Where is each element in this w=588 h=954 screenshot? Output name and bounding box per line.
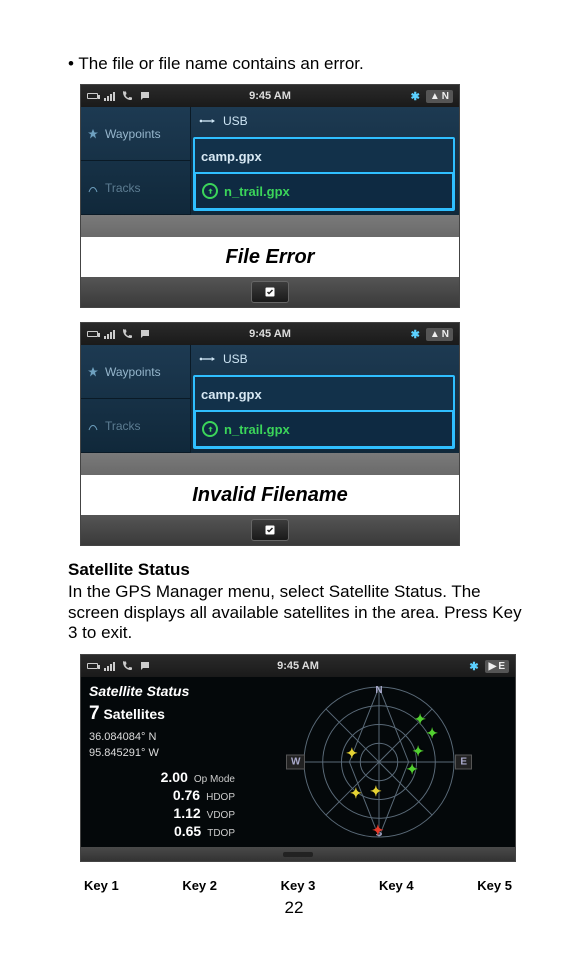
waypoint-icon xyxy=(87,128,99,140)
usb-icon xyxy=(199,354,215,364)
signal-icon xyxy=(104,329,115,339)
check-icon xyxy=(264,286,276,298)
file-row: camp.gpx xyxy=(195,139,453,173)
chat-icon xyxy=(139,90,151,102)
sidebar-item-waypoints: Waypoints xyxy=(81,345,190,399)
screenshot-satellite-status: 9:45 AM ✱ ▶E Satellite Status 7 Satellit… xyxy=(80,654,516,862)
sidebar-label: Tracks xyxy=(105,181,141,195)
satellite-radar: N S E W ✦ ✦ ✦ ✦ ✦ ✦ ✦ ✦ xyxy=(300,683,458,841)
battery-icon xyxy=(87,331,98,337)
signal-icon xyxy=(104,661,115,671)
satellite-status-paragraph: In the GPS Manager menu, select Satellit… xyxy=(68,582,528,644)
battery-icon xyxy=(87,93,98,99)
longitude: 95.845291° W xyxy=(89,747,235,759)
latitude: 36.084084° N xyxy=(89,731,235,743)
status-bar: 9:45 AM ✱ ▲N xyxy=(81,323,459,345)
screenshot-invalid-filename: 9:45 AM ✱ ▲N Waypoints Tracks USB camp.g… xyxy=(80,322,460,546)
satellite-marker: ✦ xyxy=(414,711,426,728)
signal-icon xyxy=(104,91,115,101)
file-list: camp.gpx n_trail.gpx xyxy=(193,375,455,449)
status-bar: 9:45 AM ✱ ▲N xyxy=(81,85,459,107)
panel-title: Satellite Status xyxy=(89,683,235,699)
phone-icon xyxy=(121,90,133,102)
key-label: Key 4 xyxy=(379,878,414,893)
page-number: 22 xyxy=(0,898,588,918)
waypoint-icon xyxy=(87,366,99,378)
mode-badge: ▲N xyxy=(426,90,453,103)
battery-icon xyxy=(87,663,98,669)
satellite-marker: ✦ xyxy=(406,761,418,778)
selected-icon xyxy=(202,183,218,199)
selected-icon xyxy=(202,421,218,437)
satellite-count: 7 Satellites xyxy=(89,703,235,725)
file-row-selected: n_trail.gpx xyxy=(194,410,454,448)
key-label: Key 1 xyxy=(84,878,119,893)
sidebar-item-tracks: Tracks xyxy=(81,399,190,453)
phone-icon xyxy=(121,660,133,672)
chat-icon xyxy=(139,660,151,672)
op-mode: 2.00Op Mode xyxy=(89,769,235,785)
hdop: 0.76HDOP xyxy=(89,787,235,803)
satellite-marker: ✦ xyxy=(350,785,362,802)
tdop: 0.65TDOP xyxy=(89,823,235,839)
bullet-file-error: The file or file name contains an error. xyxy=(68,54,528,74)
satellite-marker: ✦ xyxy=(412,743,424,760)
mode-badge: ▶E xyxy=(485,660,509,673)
key-label: Key 3 xyxy=(281,878,316,893)
compass-e: E xyxy=(455,755,472,770)
tracks-icon xyxy=(87,420,99,432)
sidebar-item-waypoints: Waypoints xyxy=(81,107,190,161)
bluetooth-icon: ✱ xyxy=(411,90,420,103)
bluetooth-icon: ✱ xyxy=(411,328,420,341)
compass-n: N xyxy=(375,685,382,696)
error-message: Invalid Filename xyxy=(81,475,459,515)
usb-label: USB xyxy=(223,114,248,128)
chat-icon xyxy=(139,328,151,340)
usb-icon xyxy=(199,116,215,126)
key-label: Key 2 xyxy=(182,878,217,893)
satellite-marker: ✦ xyxy=(426,725,438,742)
file-list: camp.gpx n_trail.gpx xyxy=(193,137,455,211)
ok-button[interactable] xyxy=(251,281,289,303)
usb-row: USB xyxy=(191,107,459,135)
phone-icon xyxy=(121,328,133,340)
tracks-icon xyxy=(87,182,99,194)
vdop: 1.12VDOP xyxy=(89,805,235,821)
key-label: Key 5 xyxy=(477,878,512,893)
satellite-marker: ✦ xyxy=(370,783,382,800)
satellite-marker: ✦ xyxy=(346,745,358,762)
check-icon xyxy=(264,524,276,536)
usb-label: USB xyxy=(223,352,248,366)
key-labels: Key 1 Key 2 Key 3 Key 4 Key 5 xyxy=(80,876,516,895)
usb-row: USB xyxy=(191,345,459,373)
sidebar-label: Waypoints xyxy=(105,127,161,141)
device-footer xyxy=(81,847,515,861)
satellite-marker: ✦ xyxy=(372,822,384,839)
screenshot-file-error: 9:45 AM ✱ ▲N Waypoints Tracks USB camp.g… xyxy=(80,84,460,308)
satellite-status-heading: Satellite Status xyxy=(68,560,528,580)
mode-badge: ▲N xyxy=(426,328,453,341)
file-name: n_trail.gpx xyxy=(224,422,290,437)
status-bar: 9:45 AM ✱ ▶E xyxy=(81,655,515,677)
sidebar-label: Waypoints xyxy=(105,365,161,379)
sidebar-label: Tracks xyxy=(105,419,141,433)
file-name: n_trail.gpx xyxy=(224,184,290,199)
sidebar-item-tracks: Tracks xyxy=(81,161,190,215)
file-row-selected: n_trail.gpx xyxy=(194,172,454,210)
bluetooth-icon: ✱ xyxy=(469,660,478,673)
file-row: camp.gpx xyxy=(195,377,453,411)
error-message: File Error xyxy=(81,237,459,277)
compass-w: W xyxy=(286,755,305,770)
ok-button[interactable] xyxy=(251,519,289,541)
